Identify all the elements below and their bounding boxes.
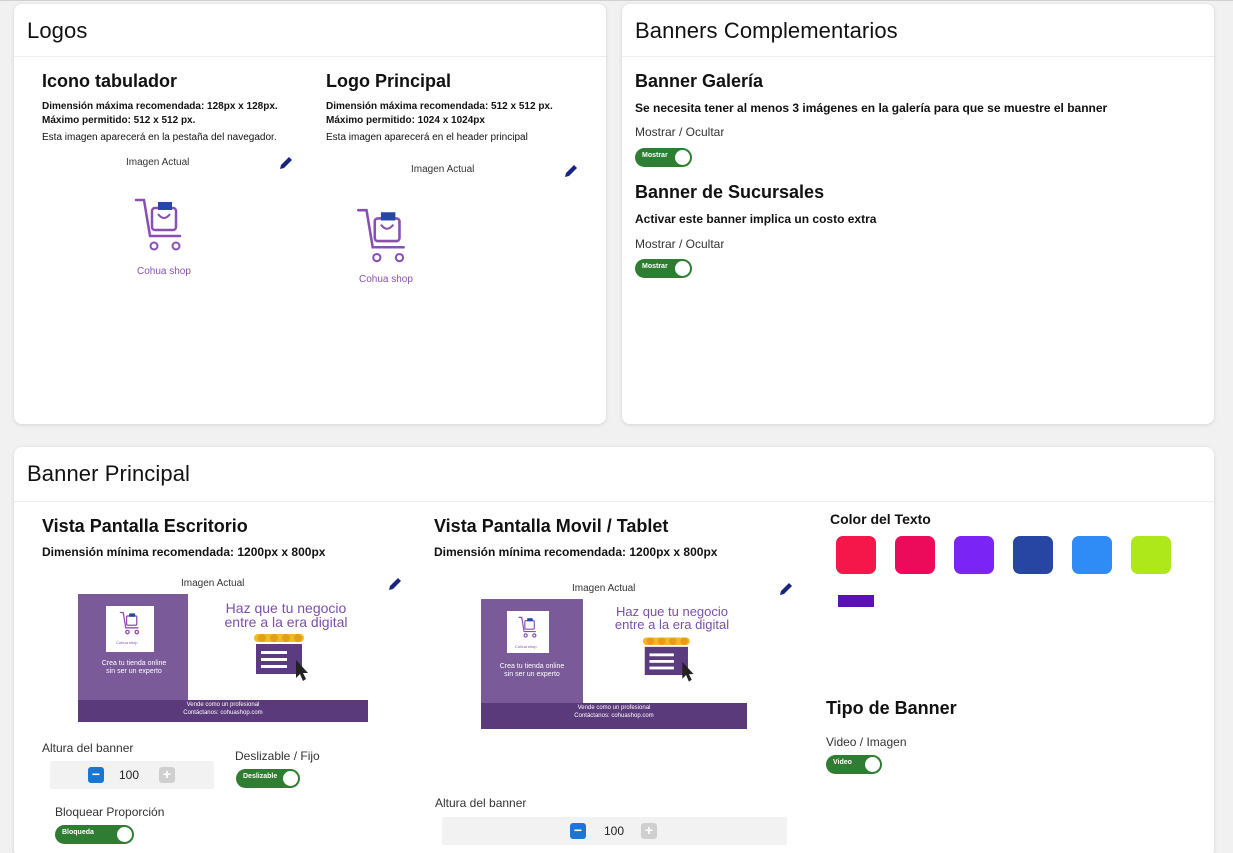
gallery-banner-title: Banner Galería <box>635 71 764 91</box>
desktop-height-label: Altura del banner <box>42 741 134 755</box>
toggle-knob <box>675 150 690 165</box>
storefront-icon <box>642 637 694 682</box>
main-banner-title: Banner Principal <box>27 461 191 486</box>
branches-toggle-label: Mostrar <box>642 263 668 270</box>
selected-text-color[interactable] <box>838 595 874 607</box>
mobile-banner-image: Cohua shop Crea tu tienda online sin ser… <box>481 599 747 729</box>
lock-toggle-label: Bloqueda <box>62 829 94 836</box>
mobile-height-stepper: − 100 + <box>442 817 787 845</box>
logos-separator <box>14 56 606 57</box>
shopping-cart-icon <box>119 611 140 635</box>
minus-icon[interactable]: − <box>570 823 586 839</box>
main-logo-title: Logo Principal <box>326 71 452 91</box>
complementary-banners-card: Banners Complementarios Banner Galería S… <box>622 4 1214 424</box>
main-logo-max: Máximo permitido: 1024 x 1024px <box>326 115 485 126</box>
lock-proportion-toggle[interactable]: Bloqueda <box>55 825 134 844</box>
slide-fixed-label: Deslizable / Fijo <box>235 749 320 763</box>
video-image-toggle[interactable]: Video <box>826 755 882 774</box>
shopping-cart-icon <box>518 616 537 638</box>
banner-type-title: Tipo de Banner <box>826 698 957 718</box>
mobile-height-label: Altura del banner <box>435 796 527 810</box>
banner-headline-2: entre a la era digital <box>614 617 730 632</box>
branches-banner-desc: Activar este banner implica un costo ext… <box>635 212 877 226</box>
slide-fixed-toggle[interactable]: Deslizable <box>236 769 300 788</box>
color-swatch[interactable] <box>1072 536 1112 574</box>
shopping-cart-icon <box>356 208 405 263</box>
tab-icon-max: Máximo permitido: 512 x 512 px. <box>42 115 196 126</box>
gallery-banner-desc: Se necesita tener al menos 3 imágenes en… <box>635 101 1108 115</box>
complementary-title: Banners Complementarios <box>635 18 898 43</box>
gallery-toggle-label: Mostrar <box>642 152 668 159</box>
color-swatch[interactable] <box>954 536 994 574</box>
pencil-icon[interactable] <box>387 576 403 592</box>
banner-left-line2: sin ser un experto <box>504 671 560 678</box>
toggle-knob <box>675 261 690 276</box>
banner-left-line1: Crea tu tienda online <box>101 660 167 667</box>
top-border <box>0 0 1233 1</box>
banner-left-line2: sin ser un experto <box>106 668 162 675</box>
toggle-knob <box>865 757 880 772</box>
desktop-height-value[interactable]: 100 <box>119 768 139 782</box>
banner-left-line1: Crea tu tienda online <box>499 663 565 670</box>
banner-footer-line2: Contáctanos: cohuashop.com <box>574 713 654 719</box>
mobile-view-title: Vista Pantalla Movil / Tablet <box>434 516 669 536</box>
lock-proportion-label: Bloquear Proporción <box>55 805 165 819</box>
tab-icon-note: Esta imagen aparecerá en la pestaña del … <box>42 132 277 143</box>
slide-toggle-label: Deslizable <box>243 773 278 780</box>
shopping-cart-icon <box>134 198 182 251</box>
pencil-icon[interactable] <box>563 163 579 179</box>
plus-icon[interactable]: + <box>641 823 657 839</box>
banner-logo-text: Cohua shop <box>116 640 138 645</box>
main-logo-logo-text: Cohua shop <box>359 274 413 285</box>
main-banner-card: Banner Principal Vista Pantalla Escritor… <box>14 447 1214 853</box>
banner-headline-2: entre a la era digital <box>224 614 348 630</box>
banner-footer-line2: Contáctanos: cohuashop.com <box>183 710 263 716</box>
banner-logo-text: Cohua shop <box>515 644 537 649</box>
banner-footer-line1: Vende como un profesional <box>186 702 260 708</box>
toggle-knob <box>283 771 298 786</box>
pencil-icon[interactable] <box>778 581 794 597</box>
color-swatch[interactable] <box>1131 536 1171 574</box>
branches-banner-title: Banner de Sucursales <box>635 182 825 202</box>
complementary-separator <box>622 56 1214 57</box>
gallery-show-toggle[interactable]: Mostrar <box>635 148 692 167</box>
gallery-show-hide-label: Mostrar / Ocultar <box>635 125 725 139</box>
desktop-banner-image: Cohua shop Crea tu tienda online sin ser… <box>78 594 368 722</box>
mobile-height-value[interactable]: 100 <box>604 824 624 838</box>
branches-show-toggle[interactable]: Mostrar <box>635 259 692 278</box>
banner-type-label: Video / Imagen <box>826 735 907 749</box>
toggle-knob <box>117 827 132 842</box>
desktop-view-title: Vista Pantalla Escritorio <box>42 516 248 536</box>
video-toggle-label: Video <box>833 759 852 766</box>
desktop-current-label: Imagen Actual <box>181 578 245 589</box>
logos-card: Logos Icono tabulador Dimensión máxima r… <box>14 4 606 424</box>
desktop-dimension: Dimensión mínima recomendada: 1200px x 8… <box>42 545 326 559</box>
main-logo-current-label: Imagen Actual <box>411 164 475 175</box>
main-logo-note: Esta imagen aparecerá en el header princ… <box>326 132 528 143</box>
tab-icon-title: Icono tabulador <box>42 71 177 91</box>
main-logo-dimension: Dimensión máxima recomendada: 512 x 512 … <box>326 101 553 112</box>
color-swatch[interactable] <box>1013 536 1053 574</box>
tab-icon-logo-text: Cohua shop <box>137 266 191 277</box>
text-color-label: Color del Texto <box>830 511 931 527</box>
tab-icon-dimension: Dimensión máxima recomendada: 128px x 12… <box>42 101 278 112</box>
banner-footer-line1: Vende como un profesional <box>577 705 651 711</box>
logos-title: Logos <box>27 18 88 43</box>
mobile-dimension: Dimensión mínima recomendada: 1200px x 8… <box>434 545 718 559</box>
main-banner-separator <box>14 501 1214 502</box>
color-swatch[interactable] <box>895 536 935 574</box>
plus-icon[interactable]: + <box>159 767 175 783</box>
tab-icon-current-label: Imagen Actual <box>126 157 190 168</box>
branches-show-hide-label: Mostrar / Ocultar <box>635 237 725 251</box>
color-swatch[interactable] <box>836 536 876 574</box>
pencil-icon[interactable] <box>278 155 294 171</box>
minus-icon[interactable]: − <box>88 767 104 783</box>
storefront-icon <box>254 634 308 681</box>
desktop-height-stepper: − 100 + <box>50 761 214 789</box>
mobile-current-label: Imagen Actual <box>572 583 636 594</box>
